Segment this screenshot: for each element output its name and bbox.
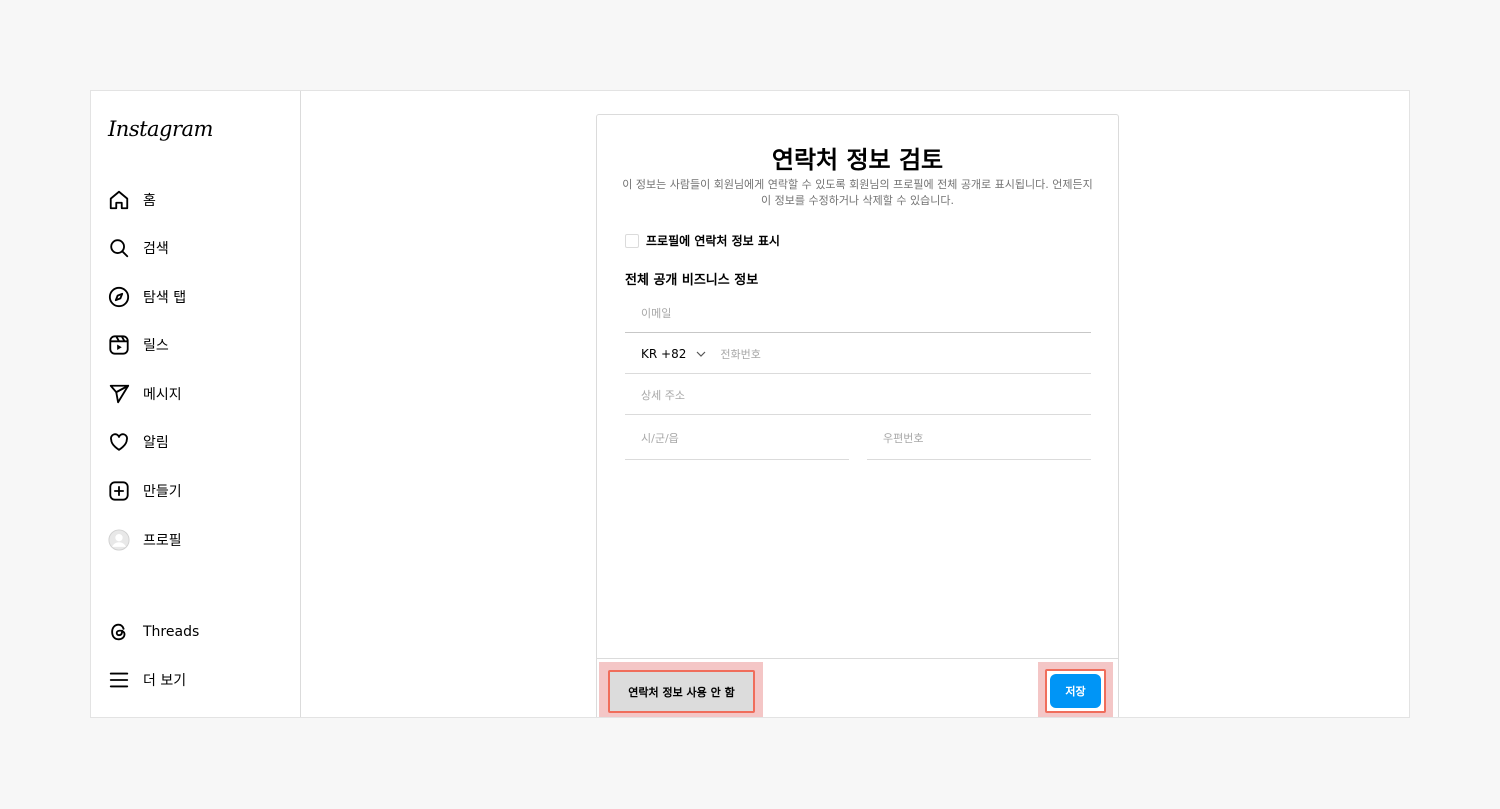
sidebar-item-label: 홈 <box>143 193 156 209</box>
sidebar-item-notifications[interactable]: 알림 <box>107 427 169 457</box>
sidebar-item-reels[interactable]: 릴스 <box>107 330 169 360</box>
avatar-icon <box>107 528 131 552</box>
sidebar-item-label: 릴스 <box>143 338 169 354</box>
phone-placeholder: 전화번호 <box>720 347 761 361</box>
zip-field[interactable]: 우편번호 <box>867 417 1091 460</box>
app-window: Instagram 홈 검색 탐색 탭 릴스 메시지 알림 만들기 프로필 Th… <box>90 90 1410 718</box>
plus-square-icon <box>107 479 131 503</box>
sidebar-item-label: 탐색 탭 <box>143 290 187 306</box>
country-code-value: KR +82 <box>641 346 687 361</box>
show-contact-checkbox-row[interactable]: 프로필에 연락처 정보 표시 <box>625 232 780 249</box>
compass-icon <box>107 285 131 309</box>
send-icon <box>107 382 131 406</box>
sidebar-item-messages[interactable]: 메시지 <box>107 379 182 409</box>
sidebar-item-explore[interactable]: 탐색 탭 <box>107 282 186 312</box>
home-icon <box>107 188 131 212</box>
sidebar-item-label: 메시지 <box>143 387 182 403</box>
sidebar: Instagram 홈 검색 탐색 탭 릴스 메시지 알림 만들기 프로필 Th… <box>91 91 301 717</box>
sidebar-item-threads[interactable]: Threads <box>107 617 199 647</box>
sidebar-item-label: 검색 <box>143 241 169 257</box>
menu-icon <box>107 668 131 692</box>
address-field[interactable]: 상세 주소 <box>625 375 1091 415</box>
heart-icon <box>107 430 131 454</box>
sidebar-item-profile[interactable]: 프로필 <box>107 525 182 555</box>
sidebar-item-more[interactable]: 더 보기 <box>107 665 186 695</box>
show-contact-checkbox[interactable] <box>625 233 639 248</box>
dialog-description: 이 정보는 사람들이 회원님에게 연락할 수 있도록 회원님의 프로필에 전체 … <box>622 178 1093 207</box>
sidebar-item-label: 알림 <box>143 435 169 451</box>
instagram-logo[interactable]: Instagram <box>108 117 213 141</box>
city-placeholder: 시/군/읍 <box>641 432 679 445</box>
sidebar-item-search[interactable]: 검색 <box>107 233 169 263</box>
show-contact-checkbox-label: 프로필에 연락처 정보 표시 <box>646 234 780 248</box>
sidebar-item-home[interactable]: 홈 <box>107 185 156 215</box>
sidebar-item-label: Threads <box>143 624 200 640</box>
dont-use-contact-button[interactable]: 연락처 정보 사용 안 함 <box>608 670 755 713</box>
sidebar-item-label: 만들기 <box>143 484 182 500</box>
address-placeholder: 상세 주소 <box>641 388 685 402</box>
page-title: 연락처 정보 검토 <box>771 146 944 174</box>
email-placeholder: 이메일 <box>641 306 672 320</box>
chevron-down-icon <box>696 351 706 357</box>
phone-field[interactable]: KR +82 전화번호 <box>625 334 1091 374</box>
country-code-select[interactable]: KR +82 <box>641 347 720 361</box>
city-field[interactable]: 시/군/읍 <box>625 417 849 460</box>
email-field[interactable]: 이메일 <box>625 293 1091 333</box>
save-button[interactable]: 저장 <box>1050 674 1101 708</box>
zip-placeholder: 우편번호 <box>883 432 924 445</box>
sidebar-item-label: 프로필 <box>143 533 182 549</box>
save-button-outline: 저장 <box>1045 669 1106 713</box>
sidebar-item-create[interactable]: 만들기 <box>107 476 182 506</box>
contact-info-dialog: 연락처 정보 검토 이 정보는 사람들이 회원님에게 연락할 수 있도록 회원님… <box>596 114 1119 717</box>
search-icon <box>107 236 131 260</box>
sidebar-item-label: 더 보기 <box>143 673 187 689</box>
reels-icon <box>107 333 131 357</box>
section-title: 전체 공개 비즈니스 정보 <box>625 273 759 288</box>
main-content: 연락처 정보 검토 이 정보는 사람들이 회원님에게 연락할 수 있도록 회원님… <box>301 91 1409 717</box>
threads-icon <box>107 620 131 644</box>
